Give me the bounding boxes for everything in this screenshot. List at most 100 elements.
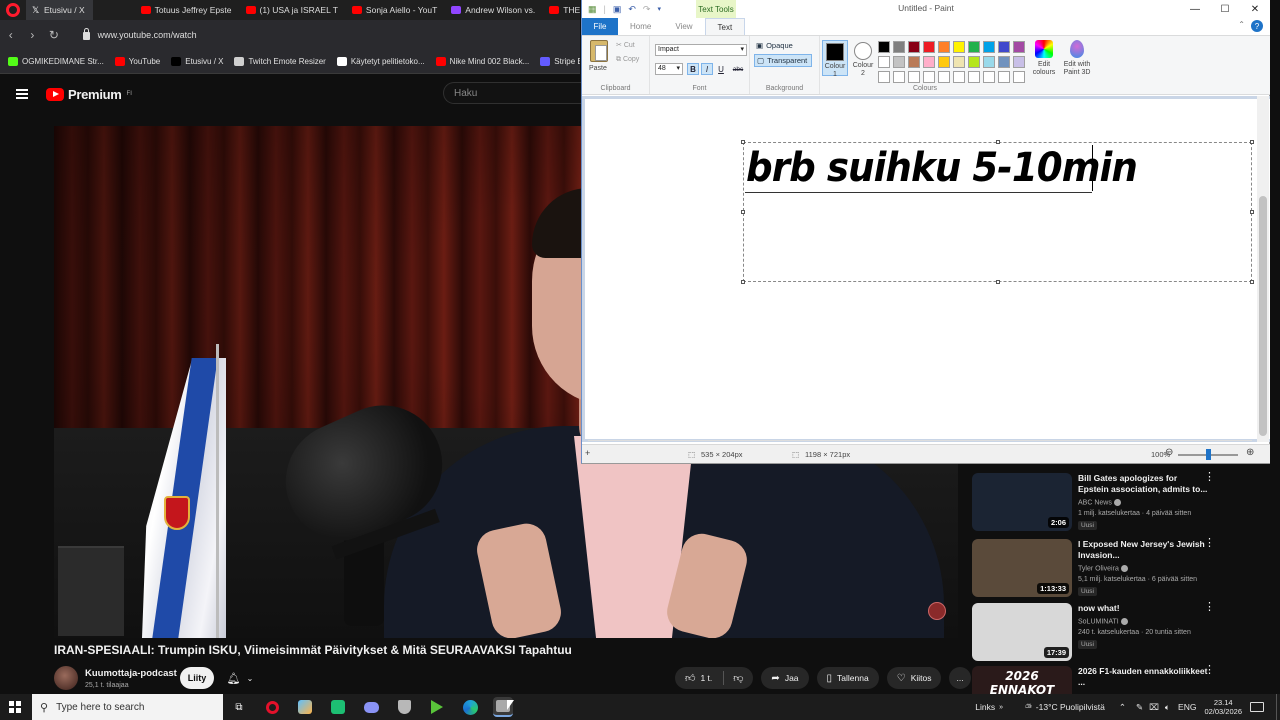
spreadsheet-app-icon[interactable] xyxy=(328,697,348,717)
video-thumbnail[interactable]: 2:06 xyxy=(972,473,1072,531)
palette-swatch[interactable] xyxy=(953,71,965,83)
palette-swatch[interactable] xyxy=(968,71,980,83)
subscribe-bell-button[interactable]: 🔔︎ ⌄ xyxy=(220,667,260,689)
back-icon[interactable]: ‹ xyxy=(0,28,22,42)
tab-file[interactable]: File xyxy=(582,18,618,35)
more-actions-button[interactable]: ... xyxy=(949,667,971,689)
browser-tab[interactable]: Andrew Wilson vs. xyxy=(445,0,543,20)
opera-logo-icon[interactable] xyxy=(6,3,20,17)
resize-handle[interactable] xyxy=(741,280,745,284)
channel-name[interactable]: Kuumottaja-podcast xyxy=(85,668,177,679)
recommended-video[interactable]: 17:39 now what! SoLUMINATI 240 t. katseluke… xyxy=(972,602,1272,665)
clock[interactable]: 23.14 02/03/2026 xyxy=(1204,698,1242,716)
palette-swatch[interactable] xyxy=(953,41,965,53)
resize-handle[interactable] xyxy=(741,140,745,144)
tab-home[interactable]: Home xyxy=(618,18,663,35)
palette-swatch[interactable] xyxy=(908,56,920,68)
bookmark-item[interactable]: Nike Mind 002 Black... xyxy=(435,57,529,66)
bookmark-item[interactable]: Twitch Emote Resizer xyxy=(234,57,326,66)
font-family-select[interactable]: Impact ▾ xyxy=(655,44,747,56)
scroll-thumb[interactable] xyxy=(1259,196,1267,436)
more-vert-icon[interactable]: ⋮ xyxy=(1204,538,1215,549)
links-chevron-icon[interactable]: » xyxy=(999,704,1003,711)
notification-icon[interactable] xyxy=(1250,702,1264,712)
volume-icon[interactable]: 🔈︎ xyxy=(1165,702,1170,713)
recommended-video-title[interactable]: now what! xyxy=(1078,603,1208,614)
bookmark-item[interactable]: Käytetyt pelitietoko... xyxy=(336,57,425,66)
bookmark-item[interactable]: YouTube xyxy=(114,57,160,66)
horizontal-scrollbar[interactable] xyxy=(588,440,1252,441)
palette-swatch[interactable] xyxy=(983,41,995,53)
palette-swatch[interactable] xyxy=(923,41,935,53)
resize-handle[interactable] xyxy=(1250,280,1254,284)
channel-watermark-icon[interactable] xyxy=(928,602,946,620)
bold-button[interactable]: B xyxy=(687,63,699,75)
tray-overflow-icon[interactable]: ⌃ xyxy=(1119,702,1126,713)
tab-text[interactable]: Text xyxy=(704,18,746,35)
thumbs-down-icon[interactable]: 👎︎ xyxy=(733,672,743,684)
strikethrough-button[interactable]: abc xyxy=(730,63,746,75)
links-toolbar[interactable]: Links xyxy=(975,702,995,712)
cut-button[interactable]: ✂ Cut xyxy=(616,41,635,49)
resize-handle[interactable] xyxy=(1250,210,1254,214)
tab-view[interactable]: View xyxy=(663,18,704,35)
edge-icon[interactable] xyxy=(460,697,480,717)
like-button[interactable]: 👍︎ 1 t. 👎︎ xyxy=(675,667,754,689)
bookmark-item[interactable]: Etusivu / X xyxy=(171,57,223,66)
recommended-video-title[interactable]: 2026 F1-kauden ennakkoliikkeet ... xyxy=(1078,666,1208,688)
opaque-button[interactable]: ▣ Opaque xyxy=(754,39,812,52)
palette-swatch[interactable] xyxy=(923,71,935,83)
minimize-button[interactable]: — xyxy=(1180,0,1210,18)
help-icon[interactable]: ? xyxy=(1251,20,1263,32)
bookmark-item[interactable]: OGMIKEDIMANE Str... xyxy=(8,57,104,66)
taskbar-search-input[interactable]: ⚲ Type here to search xyxy=(32,694,223,720)
recommended-channel[interactable]: Tyler Oliveira xyxy=(1078,565,1128,572)
recommended-video-title[interactable]: I Exposed New Jersey's Jewish Invasion..… xyxy=(1078,539,1208,561)
recommended-channel[interactable]: ABC News xyxy=(1078,499,1121,506)
drawing-canvas[interactable]: brb suihku 5-10min xyxy=(585,99,1270,439)
palette-swatch[interactable] xyxy=(878,41,890,53)
palette-swatch[interactable] xyxy=(938,56,950,68)
recommended-video[interactable]: 1:13:33 I Exposed New Jersey's Jewish Inv… xyxy=(972,538,1272,601)
windows-start-icon[interactable] xyxy=(9,701,21,713)
browser-tab[interactable]: 𝕏 Etusivu / X xyxy=(26,0,93,20)
resize-handle[interactable] xyxy=(741,210,745,214)
discord-icon[interactable] xyxy=(361,697,381,717)
palette-swatch[interactable] xyxy=(878,56,890,68)
copy-button[interactable]: ⧉ Copy xyxy=(616,56,639,64)
zoom-in-icon[interactable]: ⊕ xyxy=(1246,447,1254,458)
browser-tab[interactable]: THE FASTEST ANIM xyxy=(543,0,580,20)
zoom-out-icon[interactable]: ⊖ xyxy=(1165,447,1173,458)
close-button[interactable]: ✕ xyxy=(1240,0,1270,18)
palette-swatch[interactable] xyxy=(893,71,905,83)
more-vert-icon[interactable]: ⋮ xyxy=(1204,472,1215,483)
palette-swatch[interactable] xyxy=(968,41,980,53)
resize-handle[interactable] xyxy=(996,280,1000,284)
more-vert-icon[interactable]: ⋮ xyxy=(1204,665,1215,676)
weather-text[interactable]: -13°C Puolipilvistä xyxy=(1036,702,1105,712)
palette-swatch[interactable] xyxy=(1013,41,1025,53)
show-desktop-button[interactable] xyxy=(1276,694,1280,720)
zoom-slider-thumb[interactable] xyxy=(1206,449,1211,460)
palette-swatch[interactable] xyxy=(953,56,965,68)
recommended-channel[interactable]: SoLUMINATI xyxy=(1078,618,1128,625)
recommended-video[interactable]: 2:06 Bill Gates apologizes for Epstein as… xyxy=(972,472,1272,535)
paste-icon[interactable] xyxy=(590,40,608,62)
palette-swatch[interactable] xyxy=(1013,56,1025,68)
resize-handle[interactable] xyxy=(1250,140,1254,144)
bookmark-item[interactable]: Stripe Express xyxy=(540,57,580,66)
palette-swatch[interactable] xyxy=(893,56,905,68)
palette-swatch[interactable] xyxy=(938,41,950,53)
thanks-button[interactable]: ♡ Kiitos xyxy=(886,667,942,689)
input-language[interactable]: ENG xyxy=(1178,702,1196,712)
canvas-text[interactable]: brb suihku 5-10min xyxy=(746,145,1138,191)
task-view-icon[interactable]: ⧉ xyxy=(229,697,249,717)
resize-handle[interactable] xyxy=(996,140,1000,144)
palette-swatch[interactable] xyxy=(938,71,950,83)
underline-button[interactable]: U xyxy=(715,63,727,75)
video-thumbnail[interactable]: 17:39 xyxy=(972,603,1072,661)
colour1-button[interactable]: Colour 1 xyxy=(822,40,848,78)
video-thumbnail[interactable]: 1:13:33 xyxy=(972,539,1072,597)
edit-colours-button[interactable]: Edit colours xyxy=(1030,40,1058,77)
browser-tab[interactable]: Sonja Aiello - YouT xyxy=(346,0,445,20)
